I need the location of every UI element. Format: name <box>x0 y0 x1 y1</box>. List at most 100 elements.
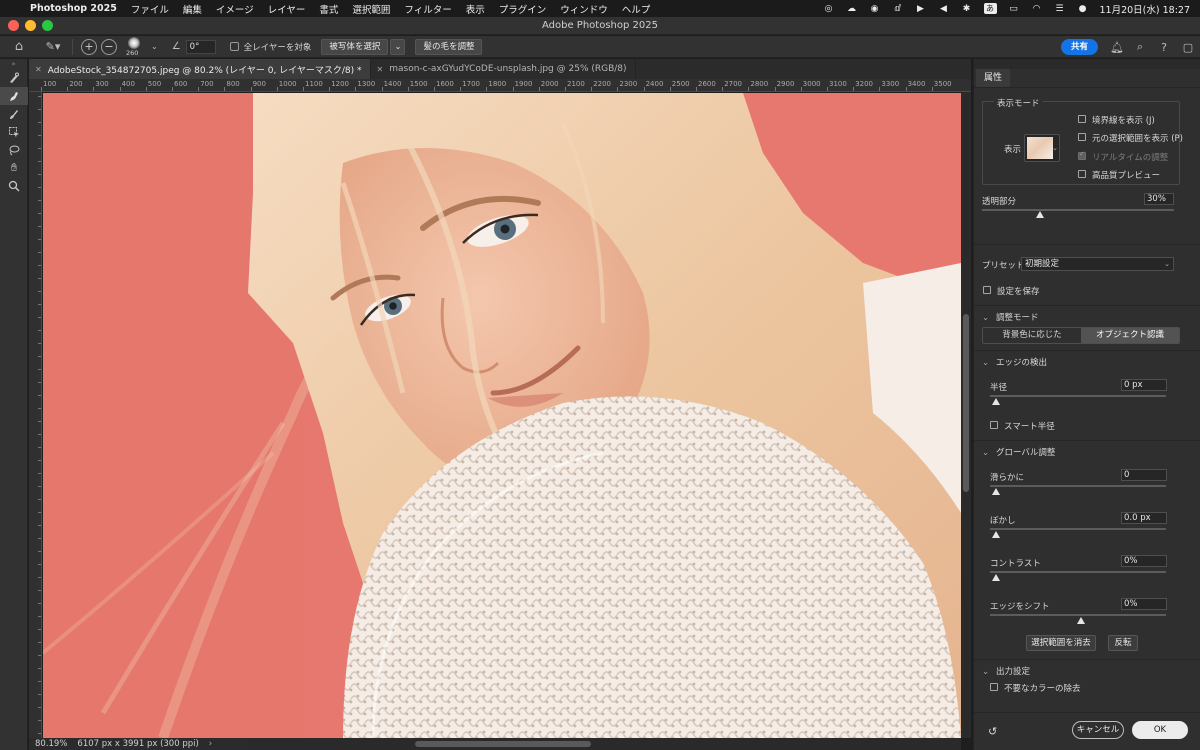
brush-size-picker[interactable]: 260 <box>123 36 149 57</box>
adjust-mode-header[interactable]: ⌄ 調整モード <box>982 311 1039 323</box>
smooth-input[interactable]: 0 <box>1121 469 1167 481</box>
menu-edit[interactable]: 編集 <box>183 2 202 16</box>
menu-plugins[interactable]: プラグイン <box>499 2 547 16</box>
transparency-slider-track[interactable] <box>982 209 1174 211</box>
menu-app-name[interactable]: Photoshop 2025 <box>30 3 117 14</box>
document-canvas[interactable] <box>43 93 961 738</box>
cancel-button[interactable]: キャンセル <box>1072 721 1124 739</box>
add-to-selection-icon[interactable]: + <box>81 38 97 55</box>
global-adjustments-header[interactable]: ⌄ グローバル調整 <box>982 446 1055 458</box>
input-method-indicator[interactable]: あ <box>983 3 997 14</box>
feather-slider-thumb[interactable] <box>992 531 1000 538</box>
chevron-down-icon[interactable]: ⌄ <box>151 42 158 51</box>
save-settings-checkbox[interactable] <box>983 286 991 294</box>
horizontal-scroll-thumb[interactable] <box>415 741 591 747</box>
menu-select[interactable]: 選択範囲 <box>352 2 390 16</box>
menu-window[interactable]: ウィンドウ <box>560 2 608 16</box>
tab-adobestock-document[interactable]: ✕ AdobeStock_354872705.jpeg @ 80.2% (レイヤ… <box>29 59 371 79</box>
hq-preview-checkbox[interactable] <box>1078 170 1086 178</box>
zoom-tool-icon[interactable] <box>0 177 28 195</box>
contrast-input[interactable]: 0% <box>1121 555 1167 567</box>
adjust-mode-object-aware[interactable]: オブジェクト認識 <box>1081 328 1179 343</box>
radius-input[interactable]: 0 px <box>1121 379 1167 391</box>
help-icon[interactable]: ? <box>1158 41 1170 54</box>
share-button[interactable]: 共有 <box>1060 39 1098 55</box>
transparency-slider-thumb[interactable] <box>1035 211 1044 218</box>
shift-edge-slider-track[interactable] <box>990 614 1166 616</box>
play-icon[interactable]: ▶ <box>915 3 927 14</box>
edge-detection-header[interactable]: ⌄ エッジの検出 <box>982 356 1047 368</box>
radius-slider-thumb[interactable] <box>992 398 1000 405</box>
quick-selection-tool-preset-icon[interactable]: ✎▾ <box>38 38 68 56</box>
tab-properties[interactable]: 属性 <box>976 69 1011 87</box>
siri-icon[interactable]: ● <box>1077 3 1089 14</box>
select-subject-dropdown[interactable]: ⌄ <box>390 38 406 55</box>
menu-layer[interactable]: レイヤー <box>268 2 306 16</box>
battery-icon[interactable]: ▭ <box>1008 3 1020 14</box>
ruler-tick <box>643 87 645 91</box>
menu-type[interactable]: 書式 <box>319 2 338 16</box>
refine-hair-button[interactable]: 髪の毛を調整 <box>415 38 483 55</box>
output-settings-header[interactable]: ⌄ 出力設定 <box>982 665 1030 677</box>
radius-slider-track[interactable] <box>990 395 1166 397</box>
wifi-icon[interactable]: ◠ <box>1031 3 1043 14</box>
subtract-from-selection-icon[interactable]: − <box>101 38 117 55</box>
menu-file[interactable]: ファイル <box>131 2 169 16</box>
hand-tool-icon[interactable]: ✋︎ <box>0 159 28 177</box>
chevron-right-icon[interactable]: › <box>209 739 212 749</box>
ok-button[interactable]: OK <box>1132 721 1188 739</box>
reset-icon[interactable]: ↺ <box>988 725 997 738</box>
menu-view[interactable]: 表示 <box>466 2 485 16</box>
tab-unsplash-document[interactable]: ✕ mason-c-axGYudYCoDE-unsplash.jpg @ 25%… <box>371 59 636 79</box>
show-original-checkbox[interactable] <box>1078 133 1086 141</box>
quick-selection-tool-icon[interactable] <box>0 69 28 87</box>
preset-dropdown[interactable]: 初期設定 ⌄ <box>1021 257 1174 271</box>
volume-icon[interactable]: ◀ <box>938 3 950 14</box>
adjust-mode-color-aware[interactable]: 背景色に応じた <box>983 328 1081 343</box>
smooth-slider-track[interactable] <box>990 485 1166 487</box>
control-center-icon[interactable]: ☰ <box>1054 3 1066 14</box>
decontaminate-checkbox[interactable] <box>990 683 998 691</box>
refine-edge-brush-tool-icon[interactable] <box>0 87 28 105</box>
vertical-ruler[interactable] <box>29 92 42 738</box>
shift-edge-slider-thumb[interactable] <box>1077 617 1085 624</box>
smart-radius-checkbox[interactable] <box>990 421 998 429</box>
bluetooth-icon[interactable]: ✱ <box>961 3 973 14</box>
shift-edge-input[interactable]: 0% <box>1121 598 1167 610</box>
all-layers-checkbox[interactable] <box>229 42 239 51</box>
angle-input[interactable]: 0° <box>185 39 216 54</box>
bell-icon[interactable]: 🔔︎ <box>1110 41 1124 54</box>
smooth-slider-thumb[interactable] <box>992 488 1000 495</box>
horizontal-ruler[interactable]: 100 200 300 400 500 600 700 800 900 1000 1100 1200 1… <box>29 79 971 92</box>
toolbar-collapse-icon[interactable]: » <box>0 59 27 69</box>
cloud-icon[interactable]: ☁ <box>846 3 858 14</box>
contrast-slider-thumb[interactable] <box>992 574 1000 581</box>
vpn-icon[interactable]: ⅆ <box>892 3 904 14</box>
menu-filter[interactable]: フィルター <box>404 2 451 16</box>
brush-tool-icon[interactable] <box>0 105 28 123</box>
menu-help[interactable]: ヘルプ <box>622 2 651 16</box>
clear-selection-button[interactable]: 選択範囲を消去 <box>1026 635 1096 651</box>
object-selection-tool-icon[interactable] <box>0 123 28 141</box>
transparency-input[interactable]: 30% <box>1144 193 1174 205</box>
feather-slider-track[interactable] <box>990 528 1166 530</box>
creative-cloud-icon[interactable]: ◎ <box>823 3 835 14</box>
select-subject-button[interactable]: 被写体を選択 <box>321 38 389 55</box>
menu-image[interactable]: イメージ <box>216 2 254 16</box>
search-icon[interactable]: ⌕ <box>1134 40 1146 54</box>
workspace-icon[interactable]: ▢ <box>1182 41 1194 54</box>
contrast-slider-track[interactable] <box>990 571 1166 573</box>
view-mode-picker[interactable]: ⌄ <box>1024 134 1060 162</box>
home-icon[interactable]: ⌂ <box>0 39 38 54</box>
menubar-clock[interactable]: 11月20日(水) 18:27 <box>1100 2 1191 16</box>
vertical-scroll-thumb[interactable] <box>963 314 969 492</box>
vertical-scrollbar[interactable] <box>961 92 971 738</box>
lasso-tool-icon[interactable] <box>0 141 28 159</box>
zoom-level[interactable]: 80.19% <box>35 739 67 749</box>
sync-icon[interactable]: ◉ <box>869 3 881 14</box>
feather-input[interactable]: 0.0 px <box>1121 512 1167 524</box>
close-tab-icon[interactable]: ✕ <box>35 65 42 74</box>
invert-button[interactable]: 反転 <box>1108 635 1138 651</box>
close-tab-icon[interactable]: ✕ <box>377 65 384 74</box>
show-edges-checkbox[interactable] <box>1078 115 1086 123</box>
